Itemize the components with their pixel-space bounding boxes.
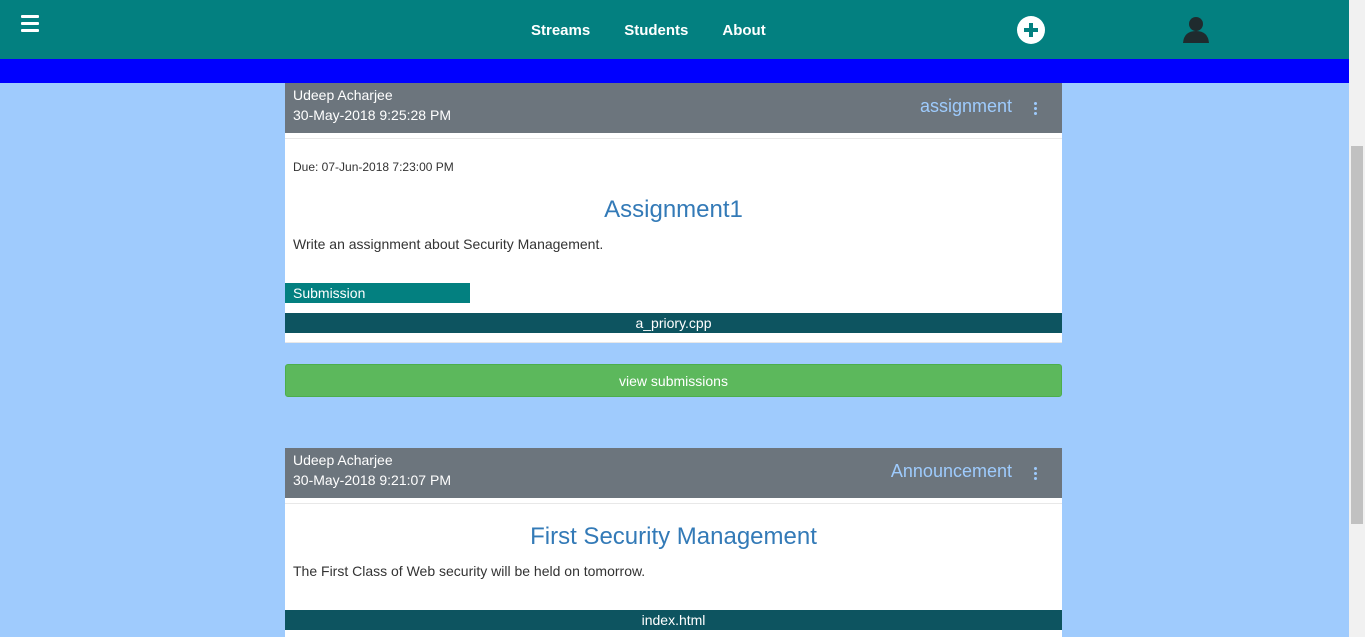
post-author: Udeep Acharjee	[293, 87, 393, 103]
post-card-announcement: Udeep Acharjee 30-May-2018 9:21:07 PM An…	[285, 448, 1062, 637]
post-author: Udeep Acharjee	[293, 452, 393, 468]
divider	[285, 342, 1062, 343]
hamburger-menu-icon[interactable]	[21, 15, 39, 35]
due-date: Due: 07-Jun-2018 7:23:00 PM	[293, 160, 454, 174]
post-header: Udeep Acharjee 30-May-2018 9:21:07 PM An…	[285, 448, 1062, 498]
nav-link-streams[interactable]: Streams	[531, 22, 590, 39]
post-header: Udeep Acharjee 30-May-2018 9:25:28 PM as…	[285, 83, 1062, 133]
view-submissions-button[interactable]: view submissions	[285, 364, 1062, 397]
nav-links: Streams Students About	[531, 22, 800, 39]
top-navbar: Streams Students About	[0, 0, 1349, 59]
post-card-assignment: Udeep Acharjee 30-May-2018 9:25:28 PM as…	[285, 83, 1062, 343]
scrollbar-thumb[interactable]	[1351, 146, 1363, 524]
post-title[interactable]: Assignment1	[285, 196, 1062, 224]
nav-link-about[interactable]: About	[722, 22, 765, 39]
divider	[285, 503, 1062, 504]
post-date: 30-May-2018 9:25:28 PM	[293, 107, 451, 123]
post-options-icon[interactable]	[1034, 467, 1038, 482]
nav-link-students[interactable]: Students	[624, 22, 688, 39]
user-profile-icon[interactable]	[1182, 16, 1210, 43]
post-options-icon[interactable]	[1034, 102, 1038, 117]
post-date: 30-May-2018 9:21:07 PM	[293, 472, 451, 488]
divider	[285, 138, 1062, 139]
post-description: Write an assignment about Security Manag…	[293, 236, 604, 252]
post-type: assignment	[919, 96, 1012, 116]
attached-file[interactable]: a_priory.cpp	[285, 313, 1062, 333]
banner-bar	[0, 59, 1349, 83]
submission-format-badge: Submission Format:pdf,docx	[285, 283, 470, 321]
attached-file[interactable]: index.html	[285, 610, 1062, 630]
post-title[interactable]: First Security Management	[285, 523, 1062, 551]
post-type: Announcement	[890, 461, 1012, 481]
add-post-icon[interactable]	[1017, 16, 1045, 44]
post-description: The First Class of Web security will be …	[293, 563, 646, 579]
